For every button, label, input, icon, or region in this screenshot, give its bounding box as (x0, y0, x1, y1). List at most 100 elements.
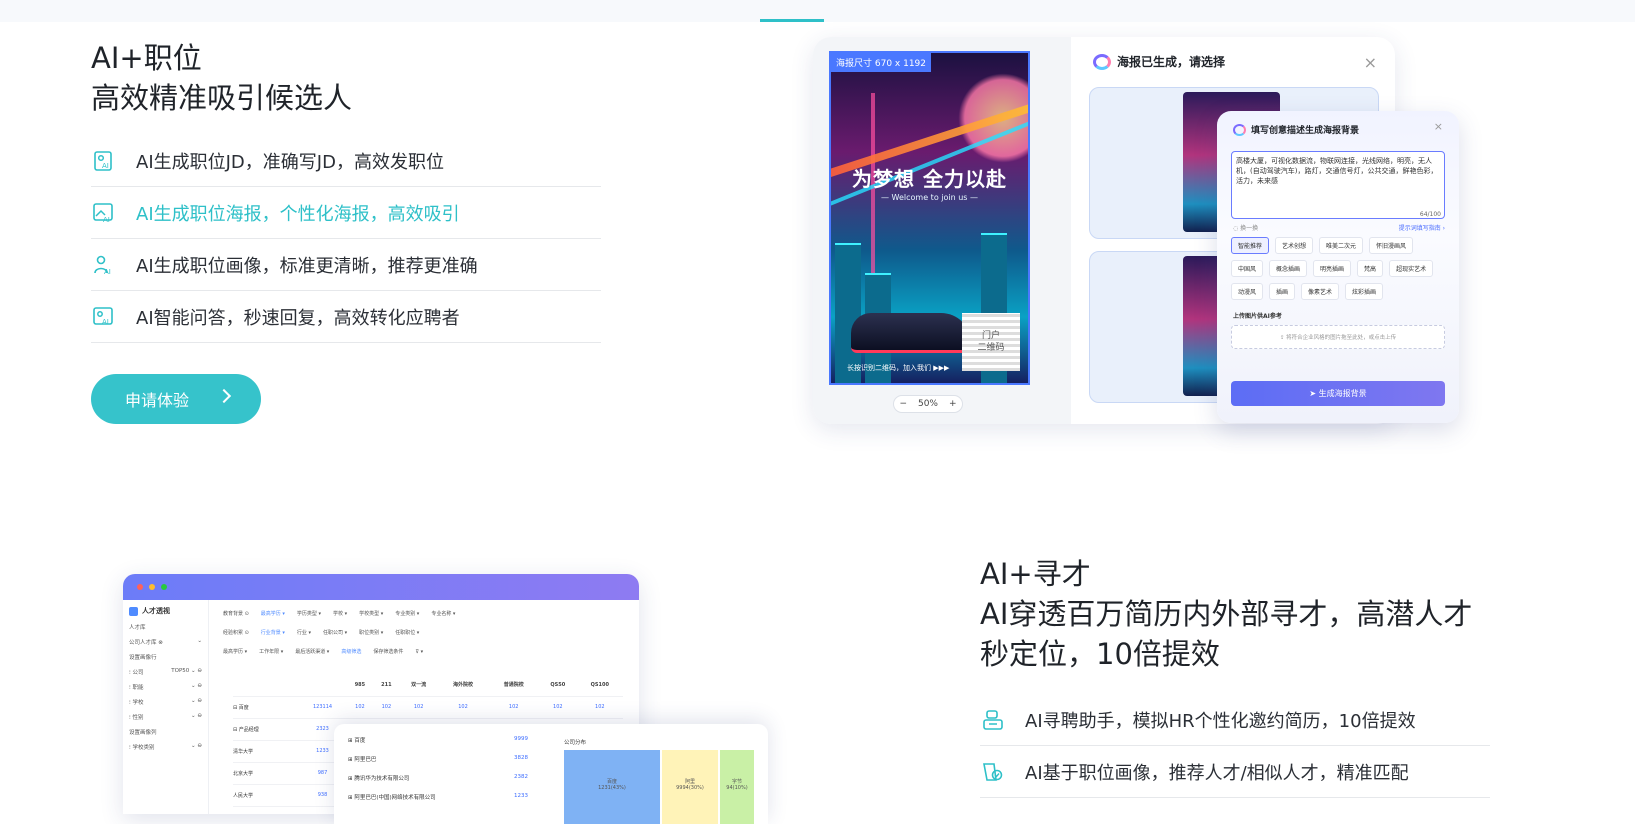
dialog-title-text: 填写创意描述生成海报背景 (1251, 126, 1360, 136)
sidebar-row-value: ⌄ ⊖ (191, 713, 202, 719)
style-chip[interactable]: 插画 (1269, 283, 1296, 300)
feature-label: AI生成职位JD，准确写JD，高效发职位 (136, 151, 444, 173)
company-row[interactable]: ⊞ 百度 9999 (348, 736, 528, 744)
apply-trial-button[interactable]: 申请体验 (91, 374, 261, 424)
image-upload-dropzone[interactable]: ⇪ 将符合企业风格的图片拖至此处，或点击上传 (1231, 325, 1445, 349)
style-chip[interactable]: 概念插画 (1269, 260, 1308, 277)
style-chip[interactable]: 梵高 (1357, 260, 1384, 277)
style-chip[interactable]: 动漫风 (1231, 283, 1264, 300)
filter-dropdown[interactable]: 经验积累 ⊙ (223, 630, 249, 636)
table-row[interactable]: ⊟ 百度 123114 102 102 102 102 102 102 102 (233, 696, 623, 719)
char-count: 64/100 (1419, 211, 1441, 218)
feature-item-persona[interactable]: AI AI生成职位画像，标准更清晰，推荐更准确 (91, 239, 601, 291)
zoom-out-button[interactable]: − (899, 399, 907, 409)
filter-dropdown[interactable]: 专业名称 ▾ (431, 611, 455, 617)
column-header (233, 674, 299, 697)
match-badge-icon (981, 760, 1005, 784)
style-chip-group: 智能推荐 艺术创想 唯美二次元 怀旧漫画风中国风 概念插画 明亮插画 梵高 超现实艺术动漫风插… (1231, 237, 1447, 300)
company-row[interactable]: ⊞ 阿里巴巴 3828 (348, 755, 528, 763)
zoom-in-button[interactable]: + (949, 399, 957, 409)
close-icon[interactable]: × (1434, 120, 1443, 133)
robot-assistant-icon (981, 708, 1005, 732)
distribution-title: 公司分布 (564, 740, 587, 746)
filter-dropdown[interactable]: 任职公司 ▾ (323, 630, 347, 636)
title-line-1: AI+寻才 (980, 557, 1091, 591)
close-icon[interactable]: × (1364, 53, 1377, 72)
filter-dropdown[interactable]: 行业背景 ▾ (261, 630, 285, 636)
sidebar-row[interactable]: ⁝ 学校类别 ⌄ ⊖ (129, 743, 202, 751)
filter-row: 教育背景 ⊙ 最高学历 ▾ 学历类型 ▾ 学校 ▾ 学校类型 ▾ 专业类别 ▾ 专业名称 ▾ (223, 610, 633, 617)
shuffle-button[interactable]: ◌ 换一换 (1233, 223, 1258, 232)
ai-logo-icon (1093, 53, 1111, 70)
filter-dropdown[interactable]: 最后活跃渠道 ▾ (295, 649, 329, 655)
style-chip[interactable]: 怀旧漫画风 (1369, 237, 1414, 254)
filter-dropdown[interactable]: 任职职位 ▾ (395, 630, 419, 636)
style-chip[interactable]: 明亮插画 (1313, 260, 1352, 277)
filter-dropdown[interactable]: 高级筛选 (341, 649, 361, 655)
feature-label: AI寻聘助手，模拟HR个性化邀约简历，10倍提效 (1025, 710, 1416, 732)
talent-filters: 教育背景 ⊙ 最高学历 ▾ 学历类型 ▾ 学校 ▾ 学校类型 ▾ 专业类别 ▾ 专业名称 ▾… (223, 610, 633, 667)
company-value: 9999 (514, 736, 528, 742)
section-title-job: AI+职位 高效精准吸引候选人 (91, 38, 352, 118)
sidebar-row[interactable]: ⁝ 公司 TOP50 ⌄ ⊖ (129, 668, 202, 676)
style-chip[interactable]: 中国风 (1231, 260, 1264, 277)
talent-sidebar: 人才透视 人才库 公司人才库 ⊗ ⌄ 设置画像行 ⁝ 公司 TOP50 ⌄ ⊖ ⁝ 职能 ⌄ … (123, 600, 209, 814)
filter-dropdown[interactable]: 保存筛选条件 (373, 649, 403, 655)
sidebar-row[interactable]: 设置画像列 (129, 728, 202, 736)
filter-dropdown[interactable]: 职位类别 ▾ (359, 630, 383, 636)
sidebar-row[interactable]: 人才库 (129, 623, 202, 631)
row-label: 北京大学 (233, 762, 299, 785)
title-line-2: 高效精准吸引候选人 (91, 81, 353, 115)
prompt-guide-link[interactable]: 提示词填写指南 › (1399, 223, 1445, 232)
column-header: 普通院校 (488, 674, 540, 697)
style-chip[interactable]: 超现实艺术 (1389, 260, 1434, 277)
style-chip[interactable]: 智能推荐 (1231, 237, 1270, 254)
sidebar-row[interactable]: ⁝ 学校 ⌄ ⊖ (129, 698, 202, 706)
style-chip[interactable]: 像素艺术 (1301, 283, 1340, 300)
filter-dropdown[interactable]: 工作年限 ▾ (259, 649, 283, 655)
talent-app-icon (129, 606, 138, 616)
filter-dropdown[interactable]: ⊽ ▾ (415, 649, 423, 655)
feature-item-assistant[interactable]: AI寻聘助手，模拟HR个性化邀约简历，10倍提效 (980, 694, 1490, 746)
feature-item-qa[interactable]: AI AI智能问答，秒速回复，高效转化应聘者 (91, 291, 601, 343)
filter-dropdown[interactable]: 行业 ▾ (297, 630, 311, 636)
company-row[interactable]: ⊞ 腾讯华为技术有限公司 2382 (348, 774, 528, 782)
filter-dropdown[interactable]: 学校 ▾ (333, 611, 347, 617)
poster-panel-title-text: 海报已生成，请选择 (1117, 55, 1226, 69)
prompt-textarea[interactable] (1231, 151, 1445, 219)
feature-label: AI生成职位海报，个性化海报，高效吸引 (136, 203, 460, 225)
sidebar-row-label: 公司人才库 ⊗ (129, 640, 163, 646)
window-minimize-dot (149, 584, 155, 590)
style-chip[interactable]: 唯美二次元 (1319, 237, 1364, 254)
distribution-cell[interactable]: 阿里 9994(30%) (662, 750, 718, 824)
table-cell: 102 (346, 696, 374, 719)
filter-dropdown[interactable]: 学历类型 ▾ (297, 611, 321, 617)
sidebar-row[interactable]: 设置画像行 (129, 653, 202, 661)
style-chip[interactable]: 艺术创想 (1275, 237, 1314, 254)
chevron-right-icon (216, 388, 232, 404)
company-name: ⊞ 百度 (348, 738, 366, 744)
filter-dropdown[interactable]: 专业类别 ▾ (395, 611, 419, 617)
sidebar-row[interactable]: ⁝ 职能 ⌄ ⊖ (129, 683, 202, 691)
filter-dropdown[interactable]: 最高学历 ▾ (261, 611, 285, 617)
feature-item-jd[interactable]: AI AI生成职位JD，准确写JD，高效发职位 (91, 135, 601, 187)
sidebar-row-label: ⁝ 学校 (129, 700, 144, 706)
title-line-2: AI穿透百万简历内外部寻才，高潜人才 (980, 597, 1473, 631)
company-distribution-mockup: 公司分布 ⊞ 百度 9999 ⊞ 阿里巴巴 3828 ⊞ 腾讯华为技术有限公司 2382 ⊞… (334, 724, 768, 824)
sidebar-row[interactable]: ⁝ 性别 ⌄ ⊖ (129, 713, 202, 721)
poster-preview-image: 海报尺寸 670 x 1192 为梦想 全力以赴 — Welcome to jo… (829, 51, 1030, 385)
distribution-cell[interactable]: 百度 1231(43%) (564, 750, 660, 824)
filter-dropdown[interactable]: 教育背景 ⊙ (223, 611, 249, 617)
company-row[interactable]: ⊞ 阿里巴巴(中国)网络技术有限公司 1233 (348, 793, 528, 801)
style-chip[interactable]: 炫彩插画 (1345, 283, 1384, 300)
poster-slogan-sub: — Welcome to join us — (881, 193, 978, 202)
sidebar-row[interactable]: 公司人才库 ⊗ ⌄ (129, 638, 202, 646)
filter-dropdown[interactable]: 学校类型 ▾ (359, 611, 383, 617)
feature-item-match[interactable]: AI基于职位画像，推荐人才/相似人才，精准匹配 (980, 746, 1490, 798)
filter-dropdown[interactable]: 最高学历 ▾ (223, 649, 247, 655)
distribution-cell[interactable]: 字节 94(10%) (720, 750, 754, 824)
feature-item-poster[interactable]: AI AI生成职位海报，个性化海报，高效吸引 (91, 187, 601, 239)
generate-poster-button[interactable]: ➤ 生成海报背景 (1231, 381, 1445, 406)
column-header: QS50 (539, 674, 577, 697)
poster-ai-icon: AI (92, 201, 116, 225)
